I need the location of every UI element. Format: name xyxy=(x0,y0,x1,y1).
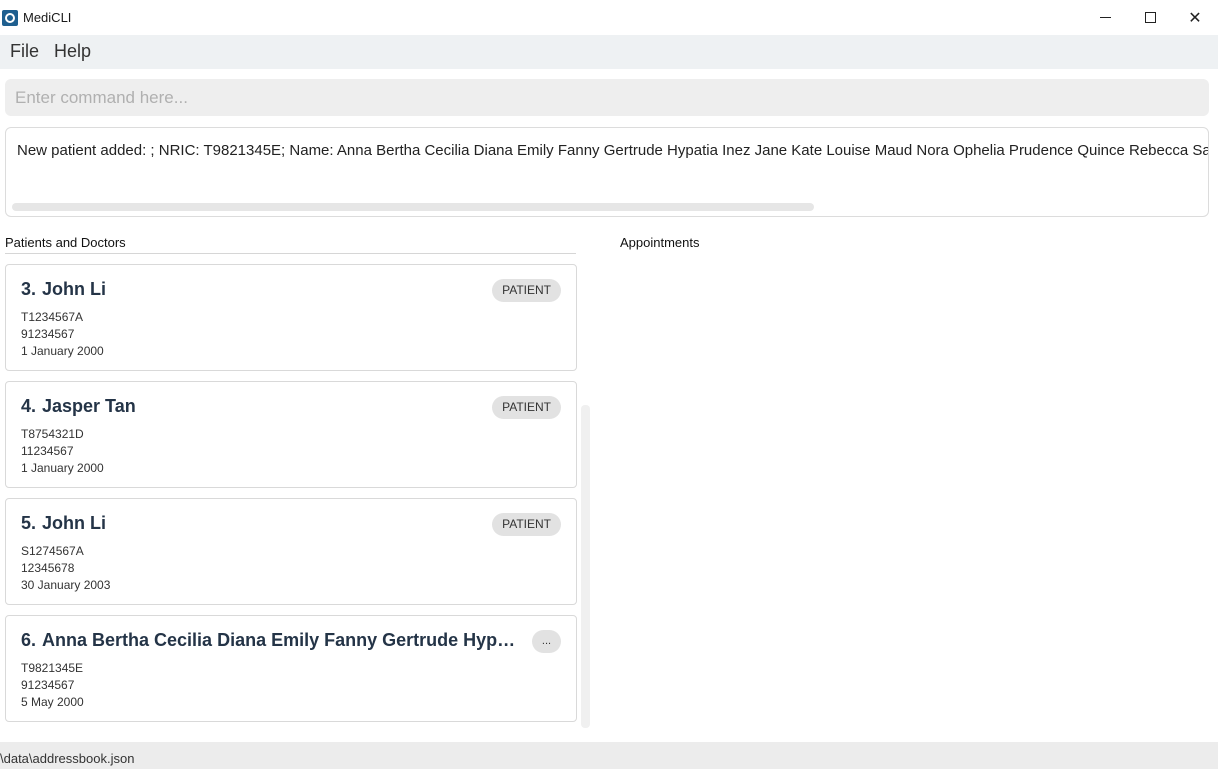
minimize-icon xyxy=(1099,17,1111,18)
person-name: 4. Jasper Tan xyxy=(21,396,136,417)
person-nric: T8754321D xyxy=(21,427,84,441)
person-index: 5. xyxy=(21,513,37,533)
result-horizontal-scrollbar[interactable] xyxy=(12,203,814,211)
people-panel-label: Patients and Doctors xyxy=(5,235,126,250)
result-display[interactable]: New patient added: ; NRIC: T9821345E; Na… xyxy=(5,127,1209,217)
person-card[interactable]: 5. John Li PATIENT S1274567A 12345678 30 … xyxy=(5,498,577,605)
menu-file[interactable]: File xyxy=(10,41,39,62)
people-list-scrollbar[interactable] xyxy=(581,405,590,728)
minimize-button[interactable] xyxy=(1082,0,1128,35)
role-badge: PATIENT xyxy=(492,513,561,536)
person-phone: 12345678 xyxy=(21,561,75,575)
maximize-button[interactable] xyxy=(1127,0,1173,35)
people-list-divider xyxy=(5,253,576,254)
person-name-text: John Li xyxy=(42,513,107,533)
window-title: MediCLI xyxy=(23,10,72,25)
person-dob: 1 January 2000 xyxy=(21,344,104,358)
person-card[interactable]: 4. Jasper Tan PATIENT T8754321D 11234567 … xyxy=(5,381,577,488)
title-bar: MediCLI ✕ xyxy=(0,0,1218,35)
person-name-text: Jasper Tan xyxy=(42,396,136,416)
person-name: 5. John Li xyxy=(21,513,106,534)
person-card[interactable]: 6. Anna Bertha Cecilia Diana Emily Fanny … xyxy=(5,615,577,722)
menu-bar: File Help xyxy=(0,35,1218,69)
close-button[interactable]: ✕ xyxy=(1172,0,1218,35)
person-dob: 30 January 2003 xyxy=(21,578,111,592)
person-phone: 11234567 xyxy=(21,444,74,458)
person-card[interactable]: 3. John Li PATIENT T1234567A 91234567 1 J… xyxy=(5,264,577,371)
person-index: 6. xyxy=(21,630,37,650)
person-dob: 5 May 2000 xyxy=(21,695,84,709)
status-bar: \data\addressbook.json xyxy=(0,742,1218,769)
app-logo-icon xyxy=(2,10,18,26)
data-file-path: \data\addressbook.json xyxy=(0,751,135,766)
person-index: 4. xyxy=(21,396,37,416)
appointments-panel-label: Appointments xyxy=(620,235,700,250)
person-dob: 1 January 2000 xyxy=(21,461,104,475)
person-nric: S1274567A xyxy=(21,544,84,558)
person-phone: 91234567 xyxy=(21,327,75,341)
person-name-text: Anna Bertha Cecilia Diana Emily Fanny Ge… xyxy=(42,630,521,650)
person-index: 3. xyxy=(21,279,37,299)
command-input[interactable] xyxy=(5,79,1209,116)
tags-overflow-badge[interactable]: ... xyxy=(532,630,561,653)
result-text: New patient added: ; NRIC: T9821345E; Na… xyxy=(17,142,1209,159)
maximize-icon xyxy=(1144,12,1156,23)
person-name: 6. Anna Bertha Cecilia Diana Emily Fanny … xyxy=(21,630,521,651)
person-phone: 91234567 xyxy=(21,678,75,692)
role-badge: PATIENT xyxy=(492,279,561,302)
person-nric: T1234567A xyxy=(21,310,84,324)
person-name: 3. John Li xyxy=(21,279,106,300)
role-badge: PATIENT xyxy=(492,396,561,419)
menu-help[interactable]: Help xyxy=(54,41,91,62)
person-nric: T9821345E xyxy=(21,661,84,675)
close-icon: ✕ xyxy=(1188,9,1202,27)
person-name-text: John Li xyxy=(42,279,107,299)
